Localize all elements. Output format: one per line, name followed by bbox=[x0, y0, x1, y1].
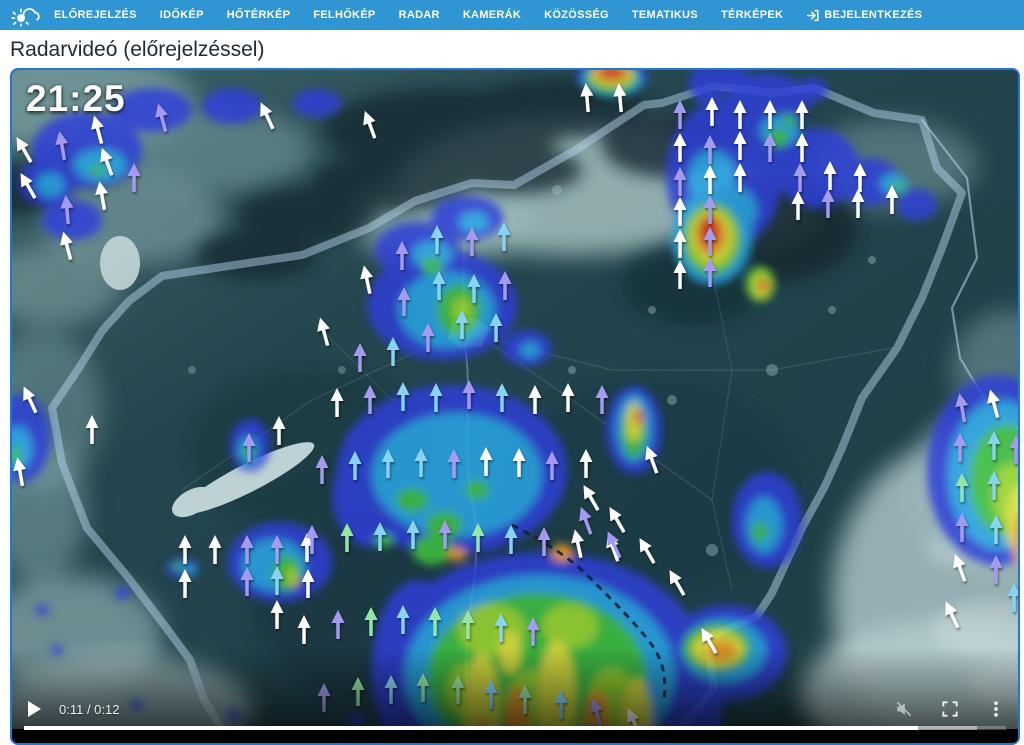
top-nav-bar: ELŐREJELZÉS IDŐKÉP HŐTÉRKÉP FELHŐKÉP RADAR KA… bbox=[0, 0, 1024, 30]
nav-item-1[interactable]: ELŐREJELZÉS bbox=[54, 9, 137, 21]
idokep-sun-cloud-logo[interactable] bbox=[10, 3, 40, 27]
nav-item-3[interactable]: HŐTÉRKÉP bbox=[227, 9, 291, 21]
radar-timestamp-overlay: 21:25 bbox=[26, 78, 126, 120]
nav-item-9[interactable]: TÉRKÉPEK bbox=[721, 9, 783, 21]
nav-item-6[interactable]: KAMERÁK bbox=[463, 9, 521, 21]
video-progress-bar[interactable] bbox=[24, 726, 1006, 730]
video-controls: 0:11 / 0:12 bbox=[28, 697, 1006, 721]
muted-speaker-icon[interactable] bbox=[894, 699, 914, 719]
nav-item-7[interactable]: KÖZÖSSÉG bbox=[544, 9, 609, 21]
radar-map bbox=[12, 70, 1018, 729]
nav-item-2[interactable]: IDŐKÉP bbox=[160, 9, 204, 21]
login-button[interactable]: BEJELENTKEZÉS bbox=[806, 9, 922, 22]
nav-menu: ELŐREJELZÉS IDŐKÉP HŐTÉRKÉP FELHŐKÉP RADAR KA… bbox=[54, 9, 783, 21]
fullscreen-icon[interactable] bbox=[940, 699, 960, 719]
video-time-display: 0:11 / 0:12 bbox=[59, 702, 119, 717]
nav-item-8[interactable]: TEMATIKUS bbox=[632, 9, 698, 21]
login-icon bbox=[806, 9, 819, 22]
login-label: BEJELENTKEZÉS bbox=[824, 9, 922, 21]
page-title: Radarvideó (előrejelzéssel) bbox=[0, 30, 1024, 68]
nav-item-5[interactable]: RADAR bbox=[399, 9, 440, 21]
play-icon[interactable] bbox=[28, 701, 41, 717]
nav-item-4[interactable]: FELHŐKÉP bbox=[313, 9, 375, 21]
progress-played bbox=[24, 726, 918, 730]
radar-video-player[interactable]: 21:25 0:11 / 0:12 bbox=[10, 68, 1020, 745]
kebab-menu-icon[interactable] bbox=[986, 699, 1006, 719]
